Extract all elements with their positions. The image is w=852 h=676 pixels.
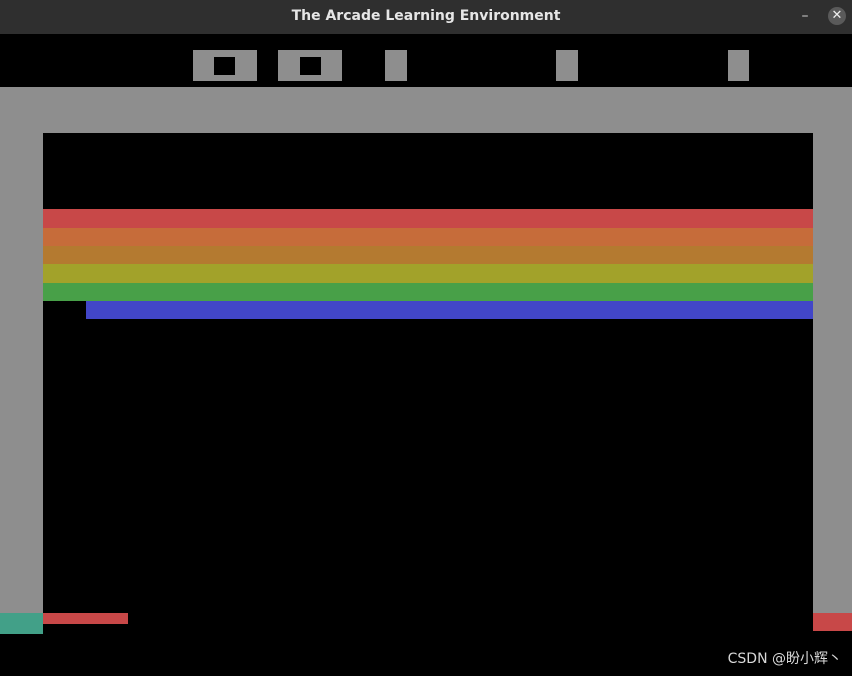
minimize-button[interactable]: – [795,6,815,26]
brick-row-orange [43,228,813,246]
brick-row-blue [86,301,813,319]
left-wall [0,133,43,613]
top-wall [0,87,852,133]
close-button[interactable]: ✕ [828,7,846,25]
brick-row-yellow [43,264,813,283]
right-wall [813,133,852,613]
window-title: The Arcade Learning Environment [291,8,561,24]
brick-row-amber [43,246,813,264]
score-digit-1-hole [300,57,321,75]
extra-digit [728,50,749,81]
window-titlebar: The Arcade Learning Environment – ✕ [0,0,852,34]
brick-row-red [43,209,813,228]
lives-digit [385,50,407,81]
score-digit-0-hole [214,57,235,75]
watermark: CSDN @盼小辉丶 [727,651,842,667]
paddle[interactable] [43,613,128,624]
brick-row-green [43,283,813,301]
player-digit [556,50,578,81]
left-wall-marker [0,613,43,634]
right-wall-marker [813,613,852,631]
game-screen[interactable]: CSDN @盼小辉丶 [0,34,852,676]
